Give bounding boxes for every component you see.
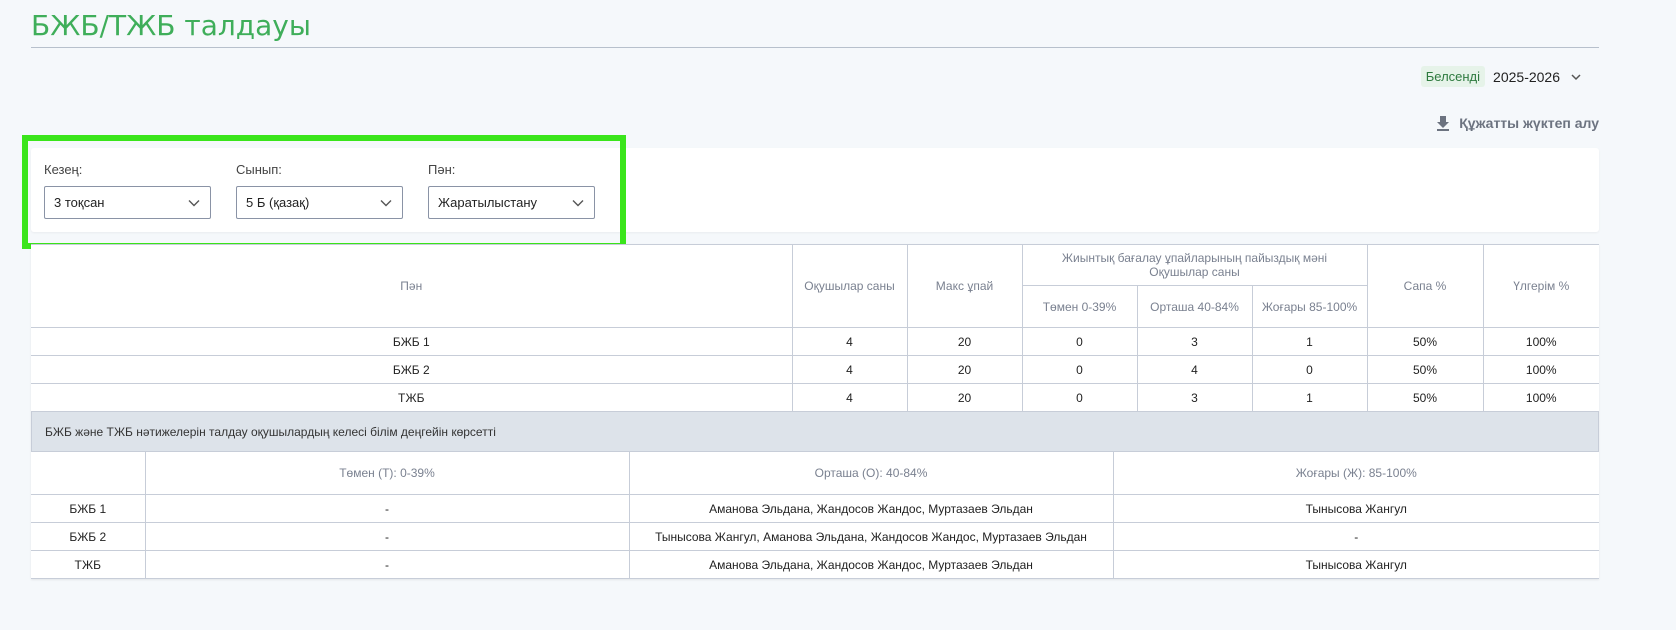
period-select[interactable]: 3 тоқсан	[44, 186, 211, 219]
summary-table: Пән Оқушылар саны Макс ұпай Жиынтық баға…	[31, 244, 1599, 412]
results-card: Пән Оқушылар саны Макс ұпай Жиынтық баға…	[31, 244, 1599, 579]
table-row: БЖБ 1 4 20 0 3 1 50% 100%	[31, 327, 1599, 356]
chevron-down-icon	[380, 199, 392, 206]
year-selector[interactable]: Белсенді 2025-2026	[1420, 66, 1584, 87]
cell-quality: 50%	[1366, 327, 1484, 356]
cell-level-high: Тынысова Жангул	[1112, 494, 1599, 523]
header-max-score: Макс ұпай	[906, 244, 1023, 328]
period-label: Кезең:	[44, 162, 83, 177]
subject-select[interactable]: Жаратылыстану	[428, 186, 595, 219]
class-label: Сынып:	[236, 162, 282, 177]
subject-value: Жаратылыстану	[438, 195, 537, 210]
header-level-low: Төмен (Т): 0-39%	[144, 451, 630, 495]
table-row: БЖБ 1 - Аманова Эльдана, Жандосов Жандос…	[31, 494, 1599, 523]
cell-low: 0	[1021, 327, 1138, 356]
header-quality: Сапа %	[1366, 244, 1484, 328]
class-filter: Сынып: 5 Б (қазақ)	[236, 162, 403, 219]
cell-high: 0	[1251, 355, 1368, 384]
header-high: Жоғары 85-100%	[1251, 285, 1368, 328]
table-row: ТЖБ - Аманова Эльдана, Жандосов Жандос, …	[31, 550, 1599, 579]
cell-level-low: -	[144, 522, 630, 551]
cell-name: БЖБ 2	[31, 522, 146, 551]
download-label: Құжатты жүктеп алу	[1459, 115, 1599, 131]
cell-low: 0	[1021, 355, 1138, 384]
cell-subject: БЖБ 1	[31, 327, 793, 356]
table-row: ТЖБ 4 20 0 3 1 50% 100%	[31, 383, 1599, 412]
active-badge: Белсенді	[1420, 66, 1486, 87]
download-document-button[interactable]: Құжатты жүктеп алу	[1435, 115, 1599, 131]
table-row: БЖБ 2 4 20 0 4 0 50% 100%	[31, 355, 1599, 384]
cell-level-mid: Тынысова Жангул, Аманова Эльдана, Жандос…	[628, 522, 1114, 551]
cell-quality: 50%	[1366, 383, 1484, 412]
cell-students: 4	[791, 327, 908, 356]
cell-name: БЖБ 1	[31, 494, 146, 523]
chevron-down-icon	[1571, 73, 1581, 80]
cell-max: 20	[906, 355, 1023, 384]
header-mid: Орташа 40-84%	[1136, 285, 1253, 328]
cell-students: 4	[791, 355, 908, 384]
cell-mid: 4	[1136, 355, 1253, 384]
header-blank	[31, 451, 146, 495]
header-level-mid: Орташа (О): 40-84%	[628, 451, 1114, 495]
cell-success: 100%	[1482, 355, 1599, 384]
cell-low: 0	[1021, 383, 1138, 412]
class-value: 5 Б (қазақ)	[246, 195, 310, 210]
page-title: БЖБ/ТЖБ талдауы	[31, 9, 311, 42]
title-divider	[31, 47, 1599, 48]
cell-level-mid: Аманова Эльдана, Жандосов Жандос, Муртаз…	[628, 494, 1114, 523]
cell-subject: БЖБ 2	[31, 355, 793, 384]
cell-high: 1	[1251, 383, 1368, 412]
period-filter: Кезең: 3 тоқсан	[44, 162, 211, 219]
class-select[interactable]: 5 Б (қазақ)	[236, 186, 403, 219]
cell-mid: 3	[1136, 383, 1253, 412]
cell-subject: ТЖБ	[31, 383, 793, 412]
cell-students: 4	[791, 383, 908, 412]
cell-level-high: Тынысова Жангул	[1112, 550, 1599, 579]
cell-quality: 50%	[1366, 355, 1484, 384]
header-percent-group: Жиынтық бағалау ұпайларының пайыздық мән…	[1021, 244, 1368, 286]
period-value: 3 тоқсан	[54, 195, 105, 210]
cell-mid: 3	[1136, 327, 1253, 356]
header-level-high: Жоғары (Ж): 85-100%	[1112, 451, 1599, 495]
subject-filter: Пән: Жаратылыстану	[428, 162, 595, 219]
cell-success: 100%	[1482, 383, 1599, 412]
cell-level-high: -	[1112, 522, 1599, 551]
cell-level-mid: Аманова Эльдана, Жандосов Жандос, Муртаз…	[628, 550, 1114, 579]
cell-success: 100%	[1482, 327, 1599, 356]
subject-label: Пән:	[428, 162, 456, 177]
cell-level-low: -	[144, 550, 630, 579]
download-icon	[1437, 116, 1450, 131]
levels-table: Төмен (Т): 0-39% Орташа (О): 40-84% Жоға…	[31, 451, 1599, 579]
table-row: БЖБ 2 - Тынысова Жангул, Аманова Эльдана…	[31, 522, 1599, 551]
header-students: Оқушылар саны	[791, 244, 908, 328]
analysis-note: БЖБ және ТЖБ нәтижелерін талдау оқушылар…	[31, 412, 1599, 451]
chevron-down-icon	[188, 199, 200, 206]
cell-max: 20	[906, 327, 1023, 356]
chevron-down-icon	[572, 199, 584, 206]
header-low: Төмен 0-39%	[1021, 285, 1138, 328]
year-value: 2025-2026	[1493, 68, 1560, 85]
header-subject: Пән	[31, 244, 793, 328]
cell-level-low: -	[144, 494, 630, 523]
cell-max: 20	[906, 383, 1023, 412]
cell-name: ТЖБ	[31, 550, 146, 579]
cell-high: 1	[1251, 327, 1368, 356]
header-success: Үлгерім %	[1482, 244, 1599, 328]
